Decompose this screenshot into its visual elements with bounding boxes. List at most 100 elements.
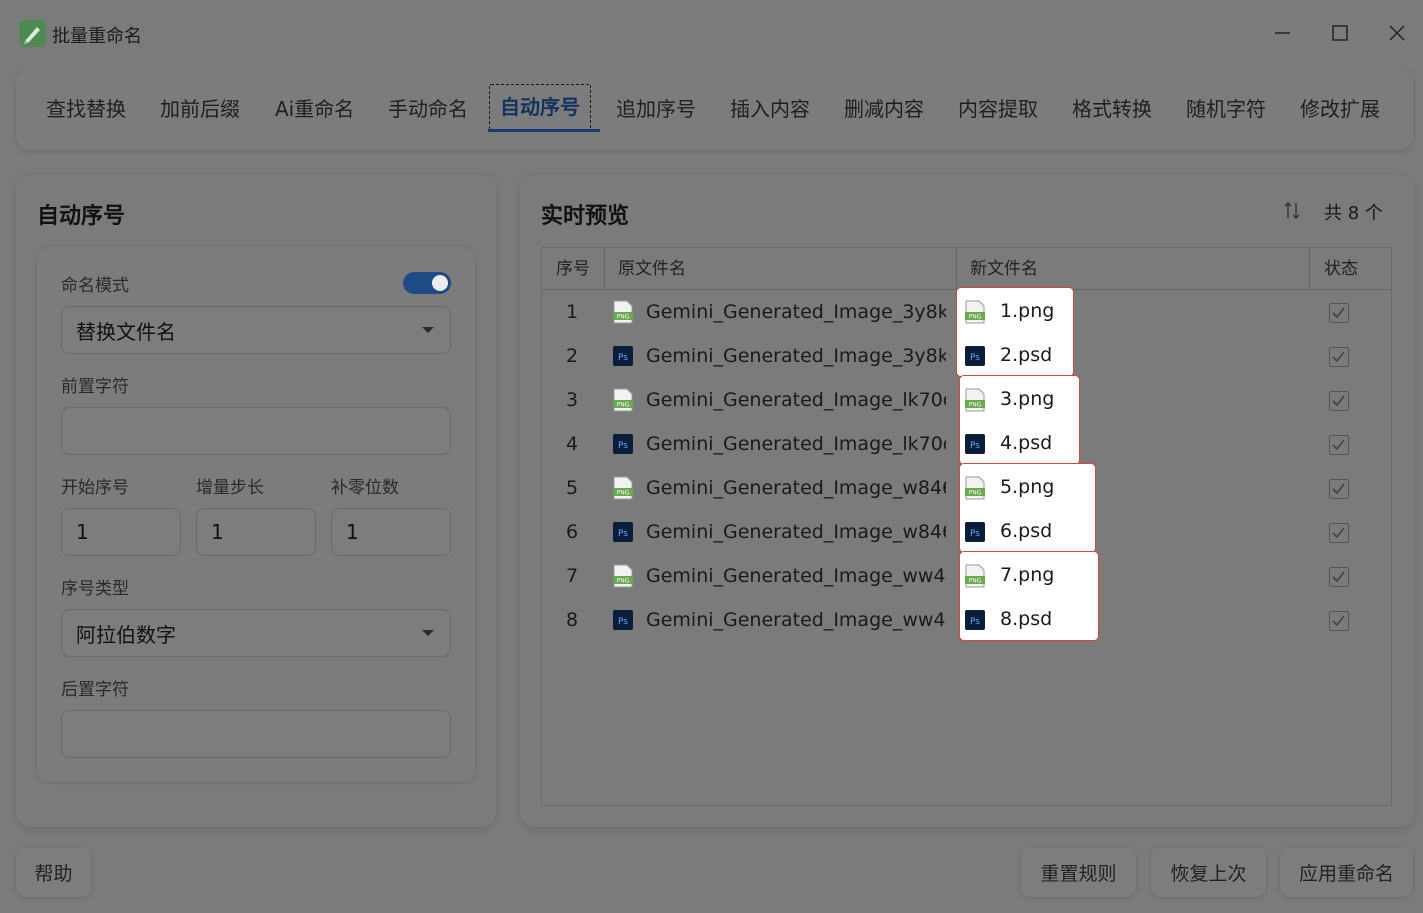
- new-filename: 5.png: [1000, 476, 1055, 498]
- zero-pad-value: 1: [346, 520, 359, 544]
- new-filename: 1.png: [1000, 300, 1055, 322]
- svg-text:Ps: Ps: [970, 441, 980, 451]
- original-filename: Gemini_Generated_Image_3y8kgl3y8kgl3y8k: [646, 345, 946, 367]
- status-checkbox[interactable]: [1329, 611, 1349, 631]
- original-filename: Gemini_Generated_Image_ww4xjiww4xjiww4x: [646, 609, 946, 631]
- original-filename: Gemini_Generated_Image_w846dkw846dkw846: [646, 521, 946, 543]
- new-filename: 7.png: [1000, 564, 1055, 586]
- svg-text:PNG: PNG: [969, 490, 982, 497]
- status-checkbox[interactable]: [1329, 567, 1349, 587]
- tab-auto-number[interactable]: 自动序号: [489, 84, 591, 132]
- psd-icon: Ps: [612, 608, 634, 632]
- original-filename: Gemini_Generated_Image_w846dkw846dkw846: [646, 477, 946, 499]
- chevron-down-icon: [422, 630, 434, 636]
- svg-text:Ps: Ps: [618, 441, 628, 451]
- preview-panel-title: 实时预览: [541, 204, 630, 229]
- status-checkbox[interactable]: [1329, 523, 1349, 543]
- toggle-knob: [432, 275, 448, 291]
- step-input[interactable]: 1: [196, 508, 316, 556]
- original-filename: Gemini_Generated_Image_ww4xjiww4xjiww4x: [646, 565, 946, 587]
- column-header-new-name[interactable]: 新文件名: [970, 248, 1038, 290]
- chevron-down-icon: [422, 327, 434, 333]
- tab-prefix-suffix[interactable]: 加前后缀: [160, 84, 240, 134]
- number-type-select[interactable]: 阿拉伯数字: [61, 609, 451, 657]
- status-checkbox[interactable]: [1329, 347, 1349, 367]
- settings-panel-title: 自动序号: [37, 204, 126, 229]
- tab-find-replace[interactable]: 查找替换: [46, 84, 126, 134]
- psd-icon: Ps: [964, 432, 986, 456]
- help-button[interactable]: 帮助: [16, 847, 91, 897]
- svg-text:PNG: PNG: [617, 314, 630, 321]
- window-title: 批量重命名: [52, 26, 142, 47]
- png-icon: PNG: [612, 476, 634, 500]
- tab-format-convert[interactable]: 格式转换: [1072, 84, 1152, 134]
- png-icon: PNG: [964, 388, 986, 412]
- minimize-button[interactable]: [1268, 18, 1298, 48]
- start-number-value: 1: [76, 520, 89, 544]
- new-filename: 8.psd: [1000, 608, 1053, 630]
- apply-rename-button[interactable]: 应用重命名: [1280, 847, 1413, 897]
- file-count: 共 8 个: [1324, 203, 1383, 224]
- title-bar: 批量重命名: [0, 0, 1423, 66]
- column-header-original-name[interactable]: 原文件名: [618, 248, 686, 290]
- naming-mode-value: 替换文件名: [76, 319, 176, 344]
- number-type-value: 阿拉伯数字: [76, 622, 176, 647]
- column-divider: [1309, 248, 1310, 290]
- svg-text:Ps: Ps: [970, 353, 980, 363]
- sort-icon[interactable]: [1283, 200, 1301, 227]
- naming-mode-select[interactable]: 替换文件名: [61, 306, 451, 354]
- prefix-input[interactable]: [61, 407, 451, 455]
- status-checkbox[interactable]: [1329, 435, 1349, 455]
- restore-last-button[interactable]: 恢复上次: [1151, 847, 1266, 897]
- column-header-status[interactable]: 状态: [1324, 248, 1358, 290]
- svg-text:Ps: Ps: [618, 617, 628, 627]
- tab-random-chars[interactable]: 随机字符: [1186, 84, 1266, 134]
- svg-text:PNG: PNG: [969, 402, 982, 409]
- step-label: 增量步长: [196, 478, 264, 498]
- suffix-input[interactable]: [61, 710, 451, 758]
- prefix-label: 前置字符: [61, 377, 129, 397]
- original-filename: Gemini_Generated_Image_lk70q0lk70q0lk70: [646, 389, 946, 411]
- active-tab-indicator: [488, 129, 600, 132]
- start-number-label: 开始序号: [61, 478, 129, 498]
- maximize-button[interactable]: [1325, 18, 1355, 48]
- column-divider: [604, 248, 605, 290]
- reset-rules-button[interactable]: 重置规则: [1021, 847, 1136, 897]
- zero-pad-input[interactable]: 1: [331, 508, 451, 556]
- original-filename: Gemini_Generated_Image_3y8kgl3y8kgl3y8k: [646, 301, 946, 323]
- tab-manual-rename[interactable]: 手动命名: [388, 84, 468, 134]
- tab-modify-extension[interactable]: 修改扩展: [1300, 84, 1380, 134]
- row-index: 1: [565, 301, 579, 323]
- tab-insert-content[interactable]: 插入内容: [730, 84, 810, 134]
- png-icon: PNG: [612, 564, 634, 588]
- number-type-label: 序号类型: [61, 579, 129, 599]
- new-filename: 4.psd: [1000, 432, 1053, 454]
- feature-tab-bar: 查找替换 加前后缀 Ai重命名 手动命名 自动序号 追加序号 插入内容 删减内容…: [16, 68, 1413, 150]
- svg-text:Ps: Ps: [618, 353, 628, 363]
- png-icon: PNG: [964, 564, 986, 588]
- svg-text:PNG: PNG: [969, 314, 982, 321]
- suffix-label: 后置字符: [61, 680, 129, 700]
- status-checkbox[interactable]: [1329, 391, 1349, 411]
- start-number-input[interactable]: 1: [61, 508, 181, 556]
- naming-mode-toggle[interactable]: [403, 272, 451, 294]
- status-checkbox[interactable]: [1329, 303, 1349, 323]
- psd-icon: Ps: [964, 344, 986, 368]
- psd-icon: Ps: [612, 344, 634, 368]
- zero-pad-label: 补零位数: [331, 478, 399, 498]
- new-filename: 6.psd: [1000, 520, 1053, 542]
- original-filename: Gemini_Generated_Image_lk70q0lk70q0lk70: [646, 433, 946, 455]
- close-button[interactable]: [1382, 18, 1412, 48]
- app-logo-icon: [19, 20, 46, 47]
- new-filename: 3.png: [1000, 388, 1055, 410]
- png-icon: PNG: [612, 300, 634, 324]
- tab-ai-rename[interactable]: Ai重命名: [275, 84, 354, 134]
- tab-extract-content[interactable]: 内容提取: [958, 84, 1038, 134]
- column-header-index[interactable]: 序号: [556, 248, 590, 290]
- tab-append-number[interactable]: 追加序号: [616, 84, 696, 134]
- row-index: 8: [565, 609, 579, 631]
- tab-delete-content[interactable]: 删减内容: [844, 84, 924, 134]
- step-value: 1: [211, 520, 224, 544]
- status-checkbox[interactable]: [1329, 479, 1349, 499]
- svg-text:Ps: Ps: [618, 529, 628, 539]
